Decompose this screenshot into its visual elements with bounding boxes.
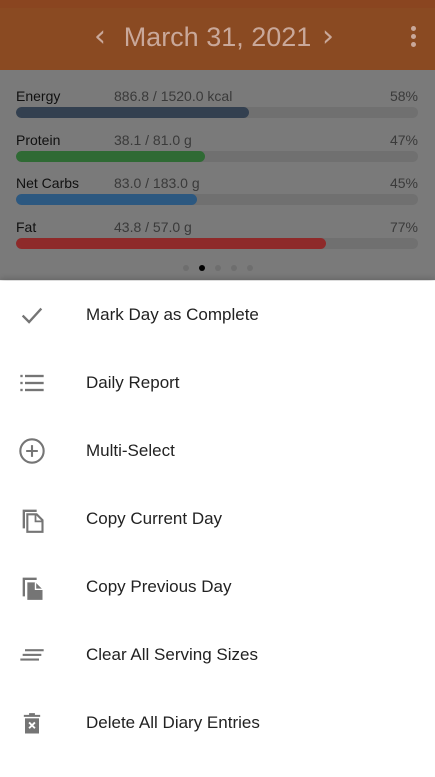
menu-item-label: Copy Previous Day xyxy=(86,577,232,596)
app-bar: ‹ March 31, 2021 › xyxy=(0,8,435,70)
nutrient-progress-fill xyxy=(16,238,326,249)
nutrient-percent: 58% xyxy=(389,88,418,104)
menu-item-daily-report[interactable]: Daily Report xyxy=(0,349,435,417)
pager-dot[interactable] xyxy=(198,265,205,271)
nutrient-label: Energy xyxy=(16,88,61,104)
nutrient-amount: 83.0 / 183.0 g xyxy=(114,175,200,191)
nutrient-row-protein: Protein 38.1 / 81.0 g 47% xyxy=(16,122,418,162)
nutrient-amount: 38.1 / 81.0 g xyxy=(114,132,192,148)
menu-item-label: Daily Report xyxy=(86,373,180,392)
menu-item-mark-day-complete[interactable]: Mark Day as Complete xyxy=(0,281,435,349)
copy-icon xyxy=(22,509,44,533)
pager-indicator xyxy=(0,258,435,276)
nutrient-progress-track xyxy=(16,194,418,205)
pager-dot[interactable] xyxy=(246,265,253,271)
add-circle-icon xyxy=(19,438,45,464)
nutrient-percent: 77% xyxy=(389,219,418,235)
nutrient-row-fat: Fat 43.8 / 57.0 g 77% xyxy=(16,209,418,249)
nutrient-amount: 886.8 / 1520.0 kcal xyxy=(114,88,233,104)
clear-all-icon xyxy=(20,649,44,661)
nutrient-amount: 43.8 / 57.0 g xyxy=(114,219,192,235)
status-bar xyxy=(0,0,435,8)
nutrient-label: Net Carbs xyxy=(16,175,80,191)
menu-item-copy-current-day[interactable]: Copy Current Day xyxy=(0,485,435,553)
menu-item-multi-select[interactable]: Multi-Select xyxy=(0,417,435,485)
pager-dot[interactable] xyxy=(214,265,221,271)
nutrient-row-energy: Energy 886.8 / 1520.0 kcal 58% xyxy=(16,78,418,118)
pager-dot[interactable] xyxy=(182,265,189,271)
menu-item-label: Clear All Serving Sizes xyxy=(86,645,258,664)
nutrient-progress-fill xyxy=(16,151,205,162)
date-title[interactable]: March 31, 2021 xyxy=(0,22,435,53)
bottom-sheet-menu: Mark Day as Complete Daily Report Multi-… xyxy=(0,281,435,777)
menu-item-label: Copy Current Day xyxy=(86,509,223,528)
nutrient-progress-track xyxy=(16,238,418,249)
nutrition-summary: Energy 886.8 / 1520.0 kcal 58% Protein 3… xyxy=(0,70,435,280)
chevron-right-icon[interactable]: › xyxy=(322,22,334,52)
list-icon xyxy=(20,374,44,392)
more-vert-icon[interactable] xyxy=(411,26,417,50)
nutrient-row-net-carbs: Net Carbs 83.0 / 183.0 g 45% xyxy=(16,165,418,205)
copy-filled-icon xyxy=(22,577,43,600)
delete-icon xyxy=(23,713,41,734)
menu-item-label: Delete All Diary Entries xyxy=(86,713,260,732)
nutrient-label: Fat xyxy=(16,219,37,235)
menu-item-label: Mark Day as Complete xyxy=(86,305,259,324)
nutrient-progress-track xyxy=(16,107,418,118)
nutrient-progress-track xyxy=(16,151,418,162)
nutrient-progress-fill xyxy=(16,107,250,118)
menu-item-clear-serving-sizes[interactable]: Clear All Serving Sizes xyxy=(0,621,435,689)
menu-item-delete-all-entries[interactable]: Delete All Diary Entries xyxy=(0,689,435,757)
nutrient-percent: 45% xyxy=(389,175,418,191)
nutrient-label: Protein xyxy=(16,132,61,148)
check-icon xyxy=(21,307,43,324)
pager-dot[interactable] xyxy=(230,265,237,271)
menu-item-copy-previous-day[interactable]: Copy Previous Day xyxy=(0,553,435,621)
nutrient-progress-fill xyxy=(16,194,197,205)
nutrient-percent: 47% xyxy=(389,132,418,148)
menu-item-label: Multi-Select xyxy=(86,441,175,460)
